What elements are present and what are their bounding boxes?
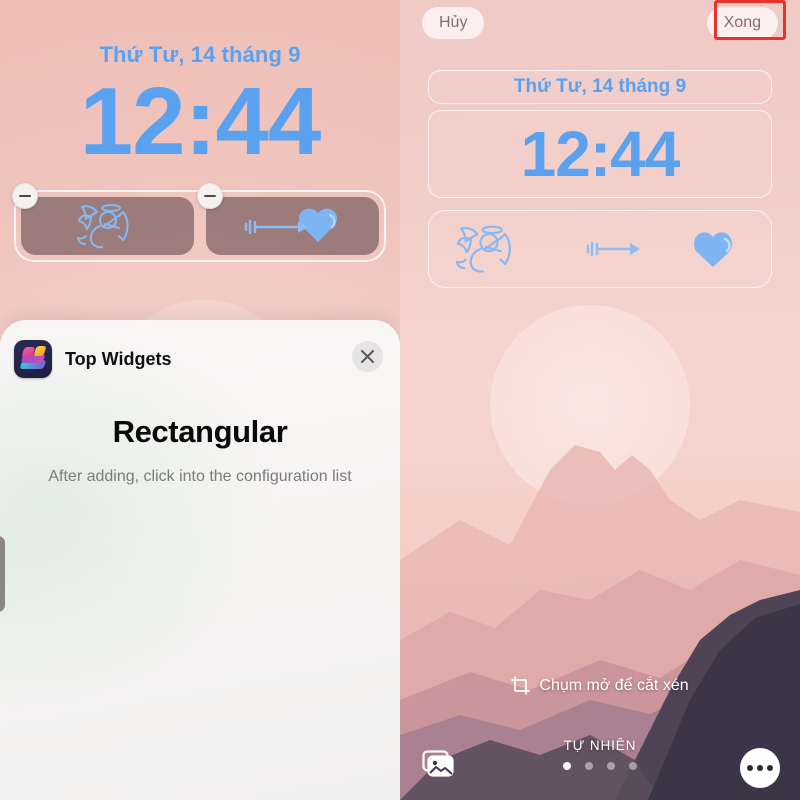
arrow-icon (586, 241, 640, 257)
left-panel-lockscreen-editor: Thứ Tư, 14 tháng 9 12:44 Top Widgets Rec… (0, 0, 400, 800)
heart-icon (694, 232, 732, 267)
minus-icon (19, 194, 31, 198)
preview-widget-field[interactable] (428, 210, 772, 288)
carousel-peek-card[interactable] (0, 536, 5, 612)
cupid-icon (456, 225, 511, 273)
editor-top-bar: Hủy Xong (400, 0, 800, 46)
cupid-widget[interactable] (12, 183, 194, 255)
ellipsis-icon (757, 765, 763, 771)
right-panel-wallpaper-preview: Hủy Xong Thứ Tư, 14 tháng 9 12:44 Chụm m… (400, 0, 800, 800)
remove-heart-arrow-widget-button[interactable] (197, 183, 223, 209)
heart-arrow-icon (244, 208, 337, 242)
crop-hint: Chụm mở để cắt xén (400, 676, 800, 695)
preview-date-text: Thứ Tư, 14 tháng 9 (513, 76, 687, 97)
ellipsis-icon (747, 765, 753, 771)
crop-icon (511, 676, 531, 695)
page-dot[interactable] (607, 762, 615, 770)
wallpaper-bottom-bar (400, 746, 800, 792)
lockscreen-date: Thứ Tư, 14 tháng 9 (99, 42, 301, 67)
crop-hint-label: Chụm mở để cắt xén (539, 676, 689, 694)
done-button[interactable]: Xong (706, 7, 778, 39)
ellipsis-icon (767, 765, 773, 771)
more-options-button[interactable] (740, 748, 780, 788)
top-widgets-app-icon (14, 340, 52, 378)
close-icon[interactable] (352, 341, 383, 372)
preview-time-text: 12:44 (520, 118, 681, 190)
sheet-app-name: Top Widgets (65, 348, 172, 369)
cupid-icon (76, 204, 128, 249)
preview-date-field[interactable]: Thứ Tư, 14 tháng 9 (428, 70, 772, 104)
page-dot-active[interactable] (563, 762, 571, 770)
preview-time-field[interactable]: 12:44 (428, 110, 772, 198)
sheet-header: Top Widgets (14, 340, 172, 378)
remove-cupid-widget-button[interactable] (12, 183, 38, 209)
lockscreen-time: 12:44 (79, 68, 322, 175)
top-widgets-bottom-sheet: Top Widgets Rectangular After adding, cl… (0, 320, 400, 800)
lockscreen-widget-row[interactable] (12, 183, 386, 262)
page-dot[interactable] (629, 762, 637, 770)
minus-icon (204, 194, 216, 198)
heart-arrow-widget[interactable] (197, 183, 379, 255)
sheet-title: Rectangular (112, 414, 288, 449)
screenshot-root: Thứ Tư, 14 tháng 9 12:44 Top Widgets Rec… (0, 0, 800, 800)
page-dot[interactable] (585, 762, 593, 770)
preview-cupid-slot[interactable] (429, 221, 549, 277)
cancel-button[interactable]: Hủy (422, 7, 485, 39)
sheet-subtitle: After adding, click into the configurati… (48, 468, 352, 485)
preview-heart-arrow-slot[interactable] (549, 230, 771, 268)
